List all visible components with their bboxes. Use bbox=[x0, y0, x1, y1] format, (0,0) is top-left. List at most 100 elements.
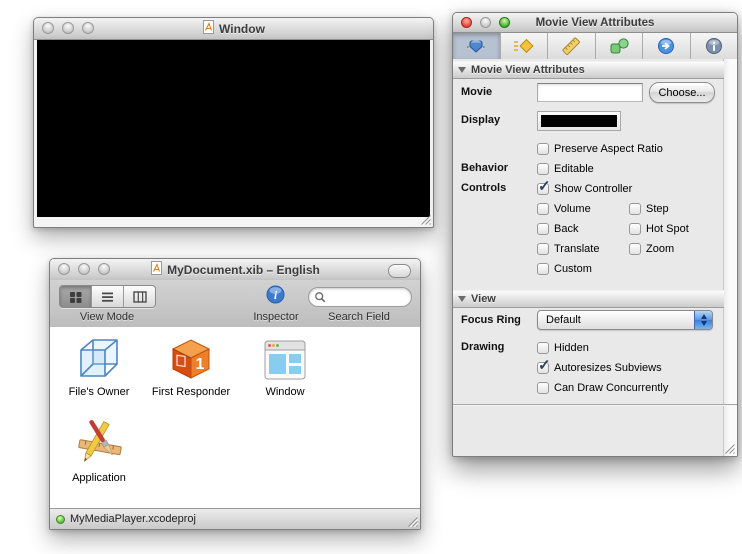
object-application[interactable]: Application bbox=[53, 419, 145, 484]
movie-view-canvas[interactable] bbox=[37, 40, 430, 217]
object-label: First Responder bbox=[151, 386, 231, 398]
zoom-button[interactable] bbox=[82, 22, 94, 34]
checkbox-box[interactable] bbox=[537, 223, 549, 235]
checkbox-zoom[interactable]: Zoom bbox=[629, 242, 674, 256]
doc-objects-area: File's Owner 1 First Responder Window Ap… bbox=[50, 327, 420, 508]
column-view-icon bbox=[132, 290, 147, 303]
minimize-button[interactable] bbox=[62, 22, 74, 34]
focus-ring-value: Default bbox=[546, 314, 581, 326]
resize-grip-icon[interactable] bbox=[418, 212, 432, 226]
object-window[interactable]: Window bbox=[239, 333, 331, 398]
ib-document-window: MyDocument.xib – English View Mode i Ins… bbox=[49, 258, 421, 530]
checkbox-back[interactable]: Back bbox=[537, 222, 578, 236]
files-owner-cube-icon bbox=[53, 333, 145, 381]
arrow-down-icon bbox=[700, 321, 707, 326]
tab-identity[interactable] bbox=[691, 33, 738, 59]
resize-grip-icon[interactable] bbox=[405, 514, 419, 528]
checkbox-show-controller[interactable]: Show Controller bbox=[537, 177, 632, 196]
close-button[interactable] bbox=[461, 17, 472, 28]
checkbox-box[interactable] bbox=[537, 356, 551, 374]
zoom-button[interactable] bbox=[98, 263, 110, 275]
first-responder-badge: 1 bbox=[196, 356, 205, 373]
close-button[interactable] bbox=[58, 263, 70, 275]
checkbox-box[interactable] bbox=[537, 243, 549, 255]
checkbox-autoresizes-subviews[interactable]: Autoresizes Subviews bbox=[537, 356, 662, 375]
checkbox-label: Can Draw Concurrently bbox=[554, 382, 669, 394]
effects-diamond-icon bbox=[513, 38, 534, 54]
section-divider bbox=[453, 404, 737, 406]
checkbox-preserve-aspect-ratio[interactable]: Preserve Aspect Ratio bbox=[537, 142, 663, 156]
tab-size[interactable] bbox=[548, 33, 596, 59]
checkbox-box[interactable] bbox=[537, 342, 549, 354]
first-responder-cube-icon: 1 bbox=[145, 333, 237, 381]
inspector-toolbar bbox=[453, 33, 737, 60]
focus-ring-popup[interactable]: Default bbox=[537, 310, 713, 330]
view-mode-segmented-control bbox=[59, 285, 156, 308]
tab-attributes[interactable] bbox=[453, 33, 501, 59]
checkbox-box[interactable] bbox=[537, 143, 549, 155]
checkbox-step[interactable]: Step bbox=[629, 202, 669, 216]
checkbox-label: Zoom bbox=[646, 243, 675, 255]
arrow-up-icon bbox=[700, 314, 707, 319]
window-title: Movie View Attributes bbox=[535, 16, 655, 29]
section-header-movie-view-attributes[interactable]: Movie View Attributes bbox=[453, 61, 724, 79]
choose-button[interactable]: Choose... bbox=[649, 82, 715, 103]
checkbox-box[interactable] bbox=[537, 382, 549, 394]
checkbox-custom[interactable]: Custom bbox=[537, 262, 592, 276]
minimize-button[interactable] bbox=[78, 263, 90, 275]
section-title: View bbox=[471, 293, 496, 305]
minimize-button[interactable] bbox=[480, 17, 491, 28]
checkbox-box[interactable] bbox=[537, 203, 549, 215]
object-first-responder[interactable]: 1 First Responder bbox=[145, 333, 237, 398]
size-ruler-icon bbox=[562, 37, 581, 55]
tab-effects[interactable] bbox=[501, 33, 548, 59]
doc-window-titlebar[interactable]: MyDocument.xib – English bbox=[50, 259, 420, 281]
info-icon: i bbox=[266, 285, 285, 304]
checkbox-box[interactable] bbox=[537, 163, 549, 175]
attributes-slider-icon bbox=[467, 40, 486, 53]
document-icon bbox=[150, 261, 163, 278]
checkbox-editable[interactable]: Editable bbox=[537, 162, 594, 176]
section-header-view[interactable]: View bbox=[453, 290, 724, 308]
object-files-owner[interactable]: File's Owner bbox=[53, 333, 145, 398]
connections-arrow-icon bbox=[658, 38, 675, 54]
checkbox-volume[interactable]: Volume bbox=[537, 202, 591, 216]
checkbox-hidden[interactable]: Hidden bbox=[537, 341, 589, 355]
document-icon bbox=[202, 20, 215, 37]
disclosure-triangle-icon[interactable] bbox=[458, 67, 466, 73]
close-button[interactable] bbox=[42, 22, 54, 34]
zoom-button[interactable] bbox=[499, 17, 510, 28]
checkbox-box[interactable] bbox=[537, 263, 549, 275]
checkbox-box[interactable] bbox=[629, 223, 641, 235]
checkbox-can-draw-concurrently[interactable]: Can Draw Concurrently bbox=[537, 381, 668, 395]
view-mode-icons-segment[interactable] bbox=[60, 286, 92, 307]
checkbox-box[interactable] bbox=[629, 243, 641, 255]
view-mode-columns-segment[interactable] bbox=[124, 286, 155, 307]
disclosure-triangle-icon[interactable] bbox=[458, 296, 466, 302]
tab-connections[interactable] bbox=[643, 33, 691, 59]
checkbox-label: Back bbox=[554, 223, 579, 235]
checkbox-label: Preserve Aspect Ratio bbox=[554, 143, 663, 155]
checkbox-box[interactable] bbox=[537, 177, 551, 195]
project-status-dot-icon bbox=[56, 514, 65, 524]
resize-grip-icon[interactable] bbox=[722, 441, 736, 455]
movie-field[interactable] bbox=[537, 83, 643, 102]
checkbox-box[interactable] bbox=[629, 203, 641, 215]
scrollbar-track[interactable] bbox=[723, 59, 737, 456]
search-input[interactable] bbox=[328, 290, 406, 304]
toolbar-toggle-pill-button[interactable] bbox=[388, 264, 411, 278]
movie-window-titlebar[interactable]: Window bbox=[34, 18, 433, 40]
movie-input[interactable] bbox=[541, 87, 641, 101]
search-field[interactable] bbox=[308, 287, 412, 307]
tab-bindings[interactable] bbox=[596, 33, 643, 59]
inspector-titlebar[interactable]: Movie View Attributes bbox=[453, 13, 737, 33]
display-color-well[interactable] bbox=[537, 111, 621, 131]
checkbox-translate[interactable]: Translate bbox=[537, 242, 599, 256]
display-label: Display bbox=[461, 114, 501, 126]
list-view-icon bbox=[102, 292, 113, 302]
inspector-button[interactable]: i bbox=[266, 285, 285, 304]
checkbox-label: Step bbox=[646, 203, 669, 215]
checkbox-label: Translate bbox=[554, 243, 600, 255]
view-mode-list-segment[interactable] bbox=[92, 286, 124, 307]
checkbox-hot-spot[interactable]: Hot Spot bbox=[629, 222, 689, 236]
